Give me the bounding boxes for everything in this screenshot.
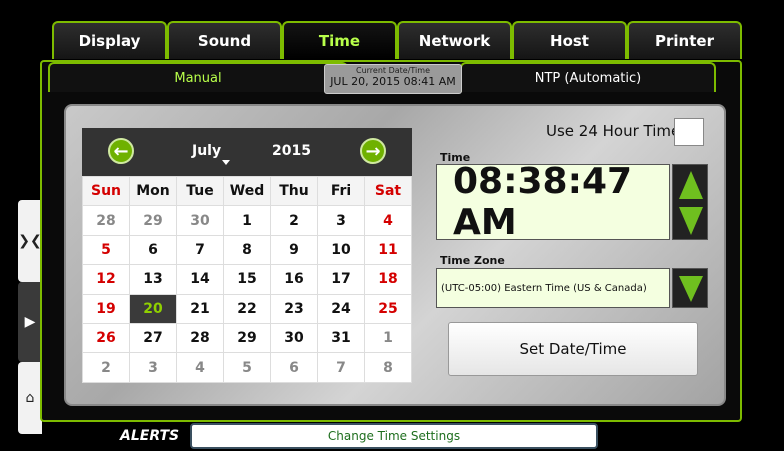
home-button[interactable]: ⌂ [18,362,42,434]
weekday-header: Thu [270,175,318,207]
calendar-day[interactable]: 18 [364,264,412,295]
calendar-day[interactable]: 15 [223,264,271,295]
calendar-day[interactable]: 1 [223,205,271,236]
subtab-ntp[interactable]: NTP (Automatic) [460,62,716,92]
side-rail: ❯❮ ▶ ⌂ [18,200,42,440]
time-field[interactable]: 08:38:47 AM [436,161,670,243]
calendar-day[interactable]: 26 [82,322,130,354]
calendar-day[interactable]: 5 [82,234,130,266]
calendar-day[interactable]: 6 [270,352,318,383]
time-zone-label: Time Zone [440,254,505,267]
calendar-day[interactable]: 31 [317,322,365,354]
play-button[interactable]: ▶ [18,282,42,362]
tab-printer[interactable]: Printer [627,21,742,59]
calendar-day[interactable]: 11 [364,234,412,266]
alerts-label: ALERTS [120,428,180,444]
calendar-day[interactable]: 3 [317,205,365,236]
weekday-header: Mon [129,175,177,207]
calendar-day[interactable]: 28 [82,205,130,236]
chevron-down-icon [679,276,703,302]
calendar-day[interactable]: 29 [223,322,271,354]
tab-network[interactable]: Network [397,21,512,59]
current-datetime-value: JUL 20, 2015 08:41 AM [330,75,456,88]
weekday-header: Sun [82,175,130,207]
calendar: ← July 2015 → Sun Mon Tue Wed Thu Fri Sa… [82,128,412,383]
weekday-header: Fri [317,175,365,207]
calendar-day[interactable]: 2 [270,205,318,236]
calendar-day[interactable]: 13 [129,264,177,295]
calendar-day[interactable]: 28 [176,322,224,354]
calendar-day[interactable]: 1 [364,322,412,354]
month-select[interactable]: July [192,143,221,159]
calendar-day[interactable]: 29 [129,205,177,236]
calendar-day[interactable]: 25 [364,293,412,324]
calendar-day[interactable]: 7 [317,352,365,383]
current-datetime-label: Current Date/Time [356,66,430,75]
calendar-day[interactable]: 22 [223,293,271,324]
calendar-day[interactable]: 19 [82,293,130,324]
tab-time[interactable]: Time [282,21,397,59]
calendar-day[interactable]: 10 [317,234,365,266]
calendar-day[interactable]: 23 [270,293,318,324]
calendar-day-selected[interactable]: 20 [129,293,177,324]
weekday-header: Wed [223,175,271,207]
calendar-day[interactable]: 8 [223,234,271,266]
calendar-header: ← July 2015 → [82,128,412,176]
calendar-day[interactable]: 4 [364,205,412,236]
use-24-hour-label: Use 24 Hour Time [546,122,681,140]
time-zone-dropdown-button[interactable] [672,268,708,308]
current-datetime: Current Date/Time JUL 20, 2015 08:41 AM [324,64,462,94]
calendar-day[interactable]: 5 [223,352,271,383]
calendar-day[interactable]: 12 [82,264,130,295]
calendar-day[interactable]: 6 [129,234,177,266]
arrow-left-icon: ← [113,140,129,162]
calendar-day[interactable]: 27 [129,322,177,354]
play-icon: ▶ [24,314,36,330]
year-label: 2015 [272,143,311,159]
calendar-day[interactable]: 24 [317,293,365,324]
calendar-day[interactable]: 14 [176,264,224,295]
tab-display[interactable]: Display [52,21,167,59]
time-spinner [672,164,708,240]
main-tabs: Display Sound Time Network Host Printer [52,21,742,59]
calendar-day[interactable]: 30 [270,322,318,354]
time-down-button[interactable] [679,207,703,235]
calendar-day[interactable]: 4 [176,352,224,383]
subtab-manual[interactable]: Manual [48,62,348,92]
calendar-day[interactable]: 21 [176,293,224,324]
calendar-day[interactable]: 9 [270,234,318,266]
arrow-right-icon: → [365,140,381,162]
calendar-day[interactable]: 30 [176,205,224,236]
weekday-header: Sat [364,175,412,207]
prev-month-button[interactable]: ← [108,138,134,164]
tab-host[interactable]: Host [512,21,627,59]
collapse-button[interactable]: ❯❮ [18,200,42,282]
use-24-hour-checkbox[interactable] [674,118,704,146]
calendar-day[interactable]: 17 [317,264,365,295]
weekday-header: Tue [176,175,224,207]
set-datetime-button[interactable]: Set Date/Time [448,322,698,376]
calendar-day[interactable]: 3 [129,352,177,383]
time-up-button[interactable] [679,171,703,199]
collapse-icon: ❯❮ [18,233,42,249]
calendar-day[interactable]: 7 [176,234,224,266]
calendar-grid: Sun Mon Tue Wed Thu Fri Sat 28 29 30 1 2… [82,175,412,383]
calendar-day[interactable]: 16 [270,264,318,295]
time-zone-select[interactable]: (UTC-05:00) Eastern Time (US & Canada) [436,268,670,308]
calendar-day[interactable]: 8 [364,352,412,383]
calendar-day[interactable]: 2 [82,352,130,383]
alerts-message: Change Time Settings [190,423,598,449]
tab-sound[interactable]: Sound [167,21,282,59]
month-dropdown-icon [222,160,230,165]
home-icon: ⌂ [25,390,35,406]
next-month-button[interactable]: → [360,138,386,164]
